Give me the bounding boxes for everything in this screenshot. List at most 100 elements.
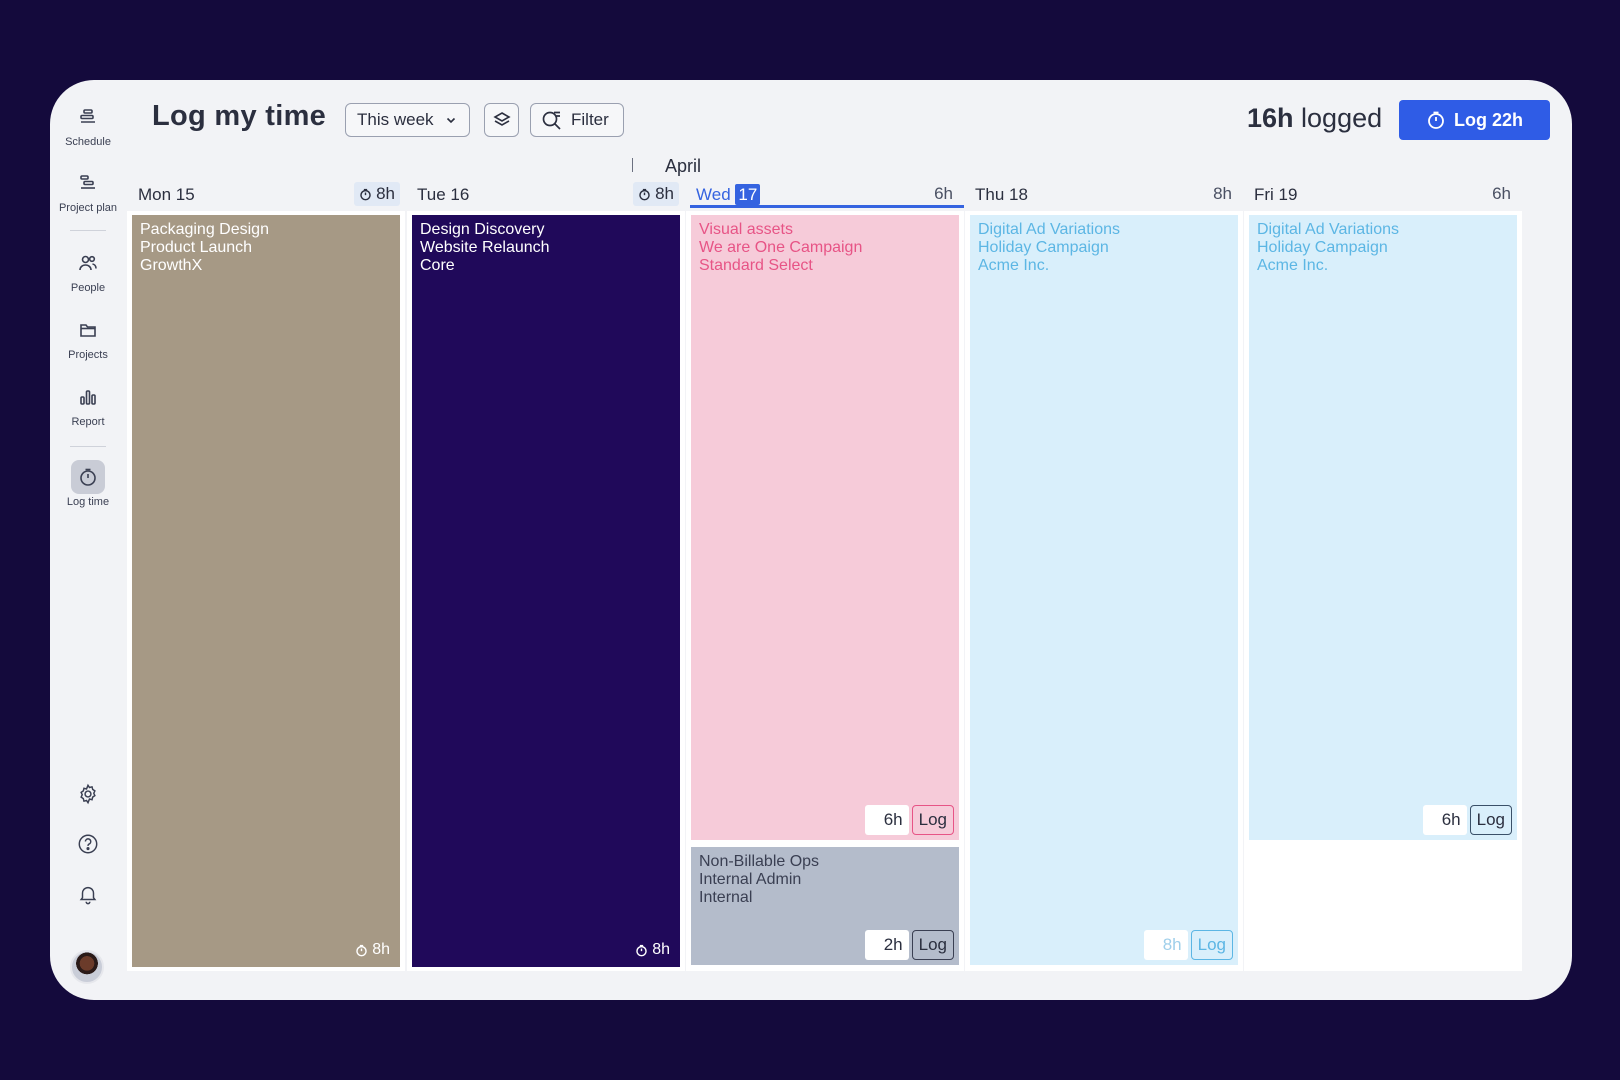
time-entry[interactable]: Non-Billable Ops Internal Admin Internal… xyxy=(691,847,959,965)
entry-project: Holiday Campaign xyxy=(1257,239,1388,256)
project-plan-icon xyxy=(71,166,105,200)
day-name: Mon 15 xyxy=(138,185,195,204)
week-select[interactable]: This week xyxy=(345,103,470,137)
day-hours-badge: 8h xyxy=(633,182,679,206)
log-button[interactable]: Log xyxy=(1190,930,1233,960)
day-hours: 8h xyxy=(1213,184,1232,203)
time-entry[interactable]: Digital Ad Variations Holiday Campaign A… xyxy=(970,215,1238,965)
sidebar-item-label: Log time xyxy=(66,496,110,508)
entry-hours-value: 8h xyxy=(372,941,390,958)
entry-project: We are One Campaign xyxy=(699,239,863,256)
chevron-down-icon xyxy=(446,117,456,124)
sidebar-divider xyxy=(70,446,106,447)
sidebar-item-label: Report xyxy=(71,416,105,428)
logged-hours: 16h xyxy=(1247,103,1294,133)
day-header-wed: Wed 17 6h xyxy=(690,182,964,208)
entry-client: Acme Inc. xyxy=(1257,257,1329,274)
time-entry[interactable]: Packaging Design Product Launch GrowthX … xyxy=(132,215,400,967)
day-hours: 6h xyxy=(1492,184,1511,203)
entry-hours: 8h xyxy=(635,941,670,959)
day-column-tue: Design Discovery Website Relaunch Core 8… xyxy=(407,211,685,971)
folder-icon xyxy=(71,313,105,347)
log-button[interactable]: Log xyxy=(911,805,954,835)
sidebar-item-label: People xyxy=(70,282,106,294)
day-column-mon: Packaging Design Product Launch GrowthX … xyxy=(127,211,405,971)
timer-icon xyxy=(356,944,367,956)
entry-client: Standard Select xyxy=(699,257,813,274)
day-header-mon: Mon 15 8h xyxy=(132,182,406,208)
day-name: Tue 16 xyxy=(417,185,470,204)
avatar[interactable] xyxy=(70,950,104,984)
sidebar-item-report[interactable]: Report xyxy=(50,380,126,428)
sidebar-item-label: Projects xyxy=(68,349,108,361)
sidebar-item-project-plan[interactable]: Project plan xyxy=(50,166,126,214)
sidebar-item-label: Project plan xyxy=(58,202,118,214)
entry-project: Internal Admin xyxy=(699,871,802,888)
bar-chart-icon xyxy=(71,380,105,414)
log-button[interactable]: Log xyxy=(911,930,954,960)
day-name-prefix: Wed xyxy=(696,185,731,204)
time-entry[interactable]: Visual assets We are One Campaign Standa… xyxy=(691,215,959,840)
day-header-fri: Fri 19 6h xyxy=(1248,182,1522,208)
month-divider xyxy=(632,158,633,172)
layers-button[interactable] xyxy=(484,103,519,137)
entry-task: Visual assets xyxy=(699,221,793,238)
day-hours: 8h xyxy=(376,184,395,203)
entry-task: Digital Ad Variations xyxy=(1257,221,1399,238)
entry-task: Non-Billable Ops xyxy=(699,853,820,870)
filter-button[interactable]: Filter xyxy=(530,103,624,137)
sidebar-item-projects[interactable]: Projects xyxy=(50,313,126,361)
logged-total: 16h logged xyxy=(1247,103,1382,134)
day-hours: 6h xyxy=(934,184,953,203)
app-window: Schedule Project plan People Projects Re… xyxy=(50,80,1572,1000)
log-entry-controls: 2h Log xyxy=(864,930,954,960)
entry-project: Holiday Campaign xyxy=(978,239,1109,256)
entry-task: Digital Ad Variations xyxy=(978,221,1120,238)
month-label: April xyxy=(665,156,702,176)
day-header-tue: Tue 16 8h xyxy=(411,182,685,208)
hours-input[interactable]: 2h xyxy=(864,930,909,960)
log-button[interactable]: Log xyxy=(1469,805,1512,835)
hours-input[interactable]: 6h xyxy=(864,805,909,835)
time-entry[interactable]: Design Discovery Website Relaunch Core 8… xyxy=(412,215,680,967)
entry-project: Website Relaunch xyxy=(420,239,550,256)
entry-hours: 8h xyxy=(355,941,390,959)
day-header-thu: Thu 18 8h xyxy=(969,182,1243,208)
entry-task: Design Discovery xyxy=(420,221,545,238)
entry-client: Core xyxy=(420,257,455,274)
clock-icon xyxy=(71,460,105,494)
entry-client: Internal xyxy=(699,889,753,906)
sidebar-item-schedule[interactable]: Schedule xyxy=(50,100,126,148)
log-entry-controls: 6h Log xyxy=(864,805,954,835)
timer-icon xyxy=(636,944,647,956)
sidebar-item-log-time[interactable]: Log time xyxy=(50,460,126,508)
hours-input[interactable]: 6h xyxy=(1422,805,1467,835)
entry-project: Product Launch xyxy=(140,239,253,256)
people-icon xyxy=(71,246,105,280)
help-icon[interactable] xyxy=(71,827,105,861)
log-entry-controls: 6h Log xyxy=(1422,805,1512,835)
time-entry[interactable]: Digital Ad Variations Holiday Campaign A… xyxy=(1249,215,1517,840)
log-hours-label: Log 22h xyxy=(1453,109,1523,130)
sidebar: Schedule Project plan People Projects Re… xyxy=(50,80,126,1000)
hours-input[interactable]: 8h xyxy=(1143,930,1188,960)
day-column-fri: Digital Ad Variations Holiday Campaign A… xyxy=(1244,211,1522,971)
sidebar-divider xyxy=(70,230,106,231)
schedule-icon xyxy=(71,100,105,134)
layers-icon xyxy=(492,112,511,126)
day-hours-badge: 8h xyxy=(354,182,400,206)
sidebar-item-people[interactable]: People xyxy=(50,246,126,294)
today-badge: 17 xyxy=(735,184,761,205)
day-name: Thu 18 xyxy=(975,185,1028,204)
bell-icon[interactable] xyxy=(71,877,105,911)
day-column-wed: Visual assets We are One Campaign Standa… xyxy=(686,211,964,971)
logged-suffix: logged xyxy=(1293,103,1383,133)
day-name: Fri 19 xyxy=(1254,185,1298,204)
log-entry-controls: 8h Log xyxy=(1143,930,1233,960)
gear-icon[interactable] xyxy=(71,777,105,811)
page-title: Log my time xyxy=(152,100,327,132)
filter-label: Filter xyxy=(571,110,609,129)
filter-search-icon xyxy=(542,111,561,130)
timer-icon xyxy=(639,188,650,200)
log-hours-button[interactable]: Log 22h xyxy=(1399,100,1550,140)
